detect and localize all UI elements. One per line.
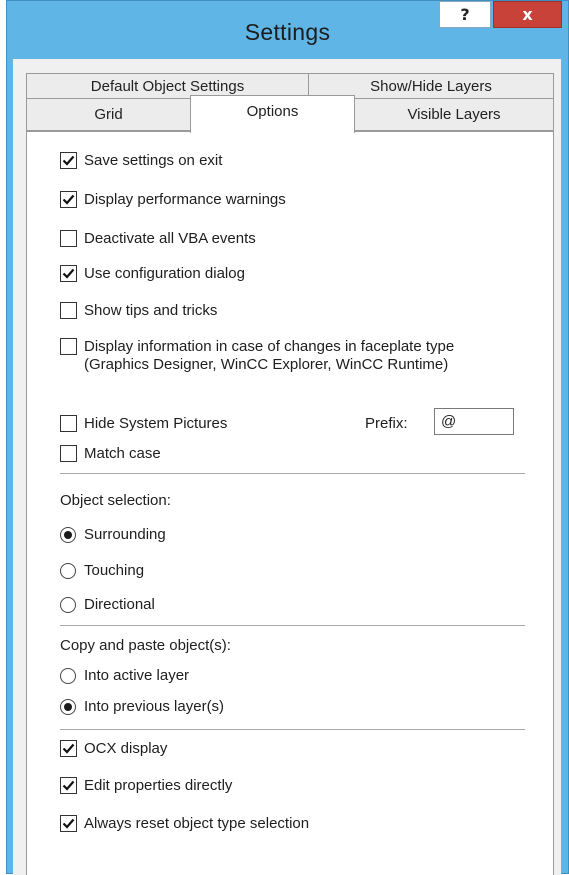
save-settings-option[interactable]: Save settings on exit — [60, 152, 222, 170]
tab-visible-layers[interactable]: Visible Layers — [354, 98, 554, 131]
reset-object-type-label: Always reset object type selection — [84, 815, 310, 832]
config-dialog-label: Use configuration dialog — [84, 265, 245, 282]
save-settings-checkbox[interactable] — [60, 152, 77, 169]
reset-object-type-checkbox[interactable] — [60, 815, 77, 832]
ocx-display-option[interactable]: OCX display — [60, 740, 167, 758]
tips-tricks-checkbox[interactable] — [60, 302, 77, 319]
copy-paste-heading: Copy and paste object(s): — [60, 637, 231, 654]
match-case-label: Match case — [84, 445, 161, 462]
into-previous-radio[interactable] — [60, 699, 76, 715]
into-active-label: Into active layer — [84, 667, 190, 684]
edit-properties-label: Edit properties directly — [84, 777, 233, 794]
radio-surrounding[interactable]: Surrounding — [60, 526, 166, 544]
separator — [60, 729, 525, 730]
close-button[interactable]: x — [493, 1, 562, 28]
into-active-radio[interactable] — [60, 668, 76, 684]
tips-tricks-option[interactable]: Show tips and tricks — [60, 302, 217, 320]
edit-properties-option[interactable]: Edit properties directly — [60, 777, 232, 795]
deactivate-vba-option[interactable]: Deactivate all VBA events — [60, 230, 256, 248]
options-panel: Save settings on exit Display performanc… — [26, 131, 554, 875]
title-bar[interactable]: Settings ? x — [7, 1, 568, 59]
edit-properties-checkbox[interactable] — [60, 777, 77, 794]
ocx-display-label: OCX display — [84, 740, 168, 757]
reset-object-type-option[interactable]: Always reset object type selection — [60, 815, 309, 833]
config-dialog-checkbox[interactable] — [60, 265, 77, 282]
help-button[interactable]: ? — [439, 1, 491, 28]
ocx-display-checkbox[interactable] — [60, 740, 77, 757]
tips-tricks-label: Show tips and tricks — [84, 302, 218, 319]
surrounding-radio[interactable] — [60, 527, 76, 543]
match-case-checkbox[interactable] — [60, 445, 77, 462]
touching-label: Touching — [84, 562, 145, 579]
config-dialog-option[interactable]: Use configuration dialog — [60, 265, 245, 283]
directional-radio[interactable] — [60, 597, 76, 613]
deactivate-vba-label: Deactivate all VBA events — [84, 230, 256, 247]
hide-system-pictures-checkbox[interactable] — [60, 415, 77, 432]
directional-label: Directional — [84, 596, 155, 613]
radio-directional[interactable]: Directional — [60, 596, 155, 614]
separator — [60, 625, 525, 626]
separator — [60, 473, 525, 474]
prefix-input[interactable] — [434, 408, 514, 435]
radio-touching[interactable]: Touching — [60, 562, 144, 580]
dialog-body: Default Object Settings Show/Hide Layers… — [13, 59, 561, 875]
touching-radio[interactable] — [60, 563, 76, 579]
faceplate-info-label: Display information in case of changes i… — [84, 338, 455, 373]
radio-into-active-layer[interactable]: Into active layer — [60, 667, 189, 685]
settings-window: Settings ? x Default Object Settings Sho… — [6, 0, 569, 875]
match-case-option[interactable]: Match case — [60, 445, 161, 463]
into-previous-label: Into previous layer(s) — [84, 698, 225, 715]
hide-system-pictures-option[interactable]: Hide System Pictures — [60, 415, 227, 433]
faceplate-info-checkbox[interactable] — [60, 338, 77, 355]
save-settings-label: Save settings on exit — [84, 152, 223, 169]
radio-into-previous-layers[interactable]: Into previous layer(s) — [60, 698, 224, 716]
tab-grid[interactable]: Grid — [26, 98, 191, 131]
faceplate-info-option[interactable]: Display information in case of changes i… — [60, 338, 490, 374]
object-selection-heading: Object selection: — [60, 492, 171, 509]
prefix-label: Prefix: — [365, 415, 408, 432]
hide-system-pictures-label: Hide System Pictures — [84, 415, 228, 432]
perf-warnings-checkbox[interactable] — [60, 191, 77, 208]
perf-warnings-option[interactable]: Display performance warnings — [60, 191, 286, 209]
tab-options[interactable]: Options — [190, 95, 355, 133]
deactivate-vba-checkbox[interactable] — [60, 230, 77, 247]
surrounding-label: Surrounding — [84, 526, 166, 543]
perf-warnings-label: Display performance warnings — [84, 191, 286, 208]
